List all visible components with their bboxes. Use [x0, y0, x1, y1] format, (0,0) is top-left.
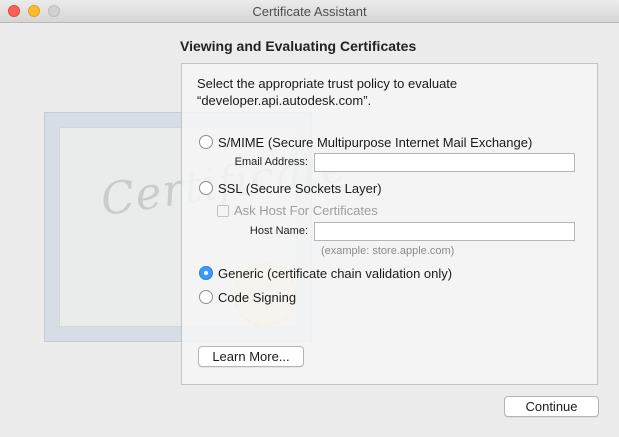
learn-more-button[interactable]: Learn More... — [198, 346, 304, 367]
radio-generic-label: Generic (certificate chain validation on… — [218, 265, 453, 281]
ask-host-label: Ask Host For Certificates — [234, 203, 378, 218]
radio-ssl-button[interactable] — [199, 181, 213, 195]
radio-code-signing-button[interactable] — [199, 290, 213, 304]
email-address-field[interactable] — [314, 153, 575, 172]
continue-button[interactable]: Continue — [504, 396, 599, 417]
email-address-label: Email Address: — [234, 156, 308, 168]
radio-generic[interactable]: Generic (certificate chain validation on… — [199, 264, 452, 282]
host-name-label: Host Name: — [249, 225, 308, 237]
title-bar[interactable]: Certificate Assistant — [0, 0, 619, 23]
radio-ssl[interactable]: SSL (Secure Sockets Layer) — [199, 179, 382, 197]
radio-ssl-label: SSL (Secure Sockets Layer) — [218, 180, 382, 196]
radio-smime-label: S/MIME (Secure Multipurpose Internet Mai… — [218, 134, 533, 150]
trust-policy-panel: Select the appropriate trust policy to e… — [181, 63, 598, 385]
instruction-text: Select the appropriate trust policy to e… — [197, 76, 458, 108]
radio-generic-button[interactable] — [199, 266, 213, 280]
host-name-field[interactable] — [314, 222, 575, 241]
radio-code-signing[interactable]: Code Signing — [199, 288, 296, 306]
ask-host-checkbox[interactable] — [217, 204, 229, 217]
radio-code-signing-label: Code Signing — [218, 289, 297, 305]
page-title: Viewing and Evaluating Certificates — [180, 38, 417, 54]
radio-smime-button[interactable] — [199, 135, 213, 149]
certificate-assistant-window: Certificate Assistant Certificate Viewin… — [0, 0, 619, 437]
radio-smime[interactable]: S/MIME (Secure Multipurpose Internet Mai… — [199, 133, 532, 151]
window-title: Certificate Assistant — [252, 4, 367, 19]
ask-host-checkbox-row[interactable]: Ask Host For Certificates — [217, 203, 378, 218]
host-name-example: (example: store.apple.com) — [321, 245, 455, 257]
